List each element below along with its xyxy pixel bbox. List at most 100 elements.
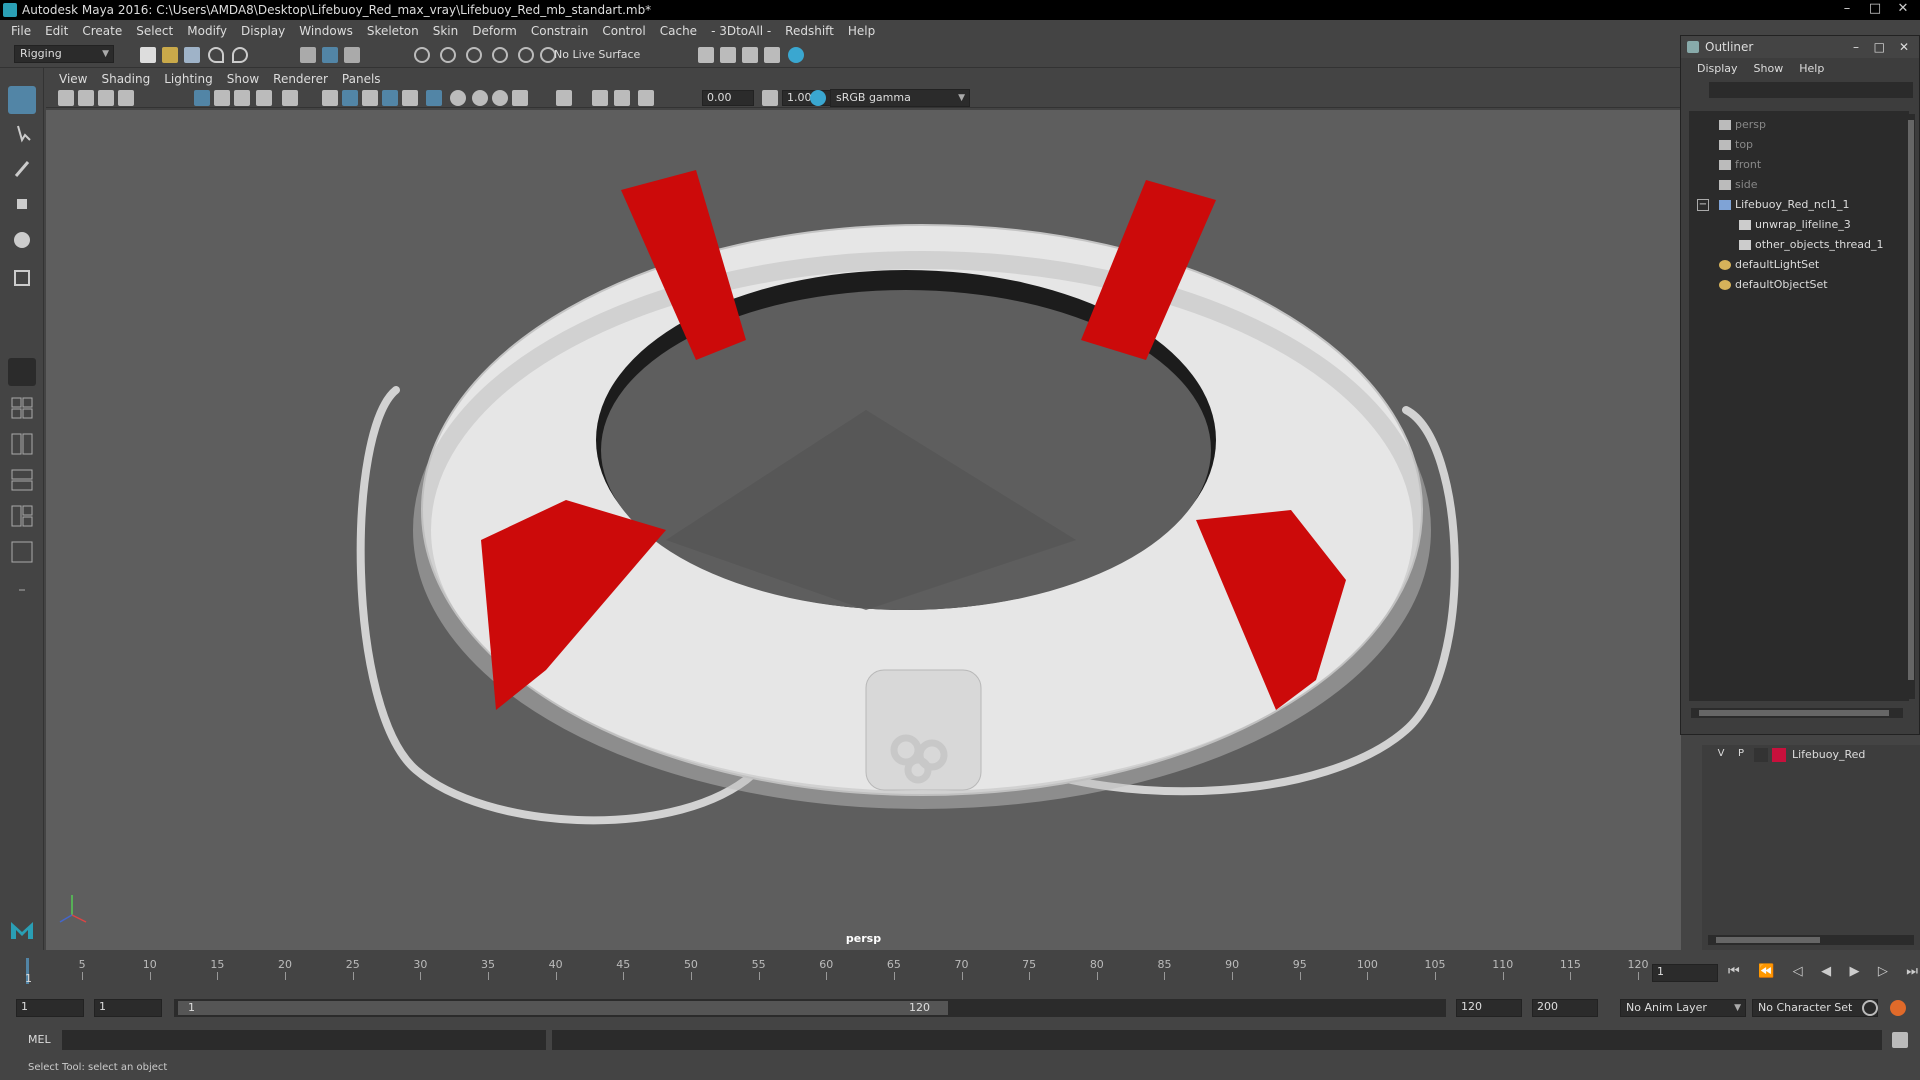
isolate-select-icon[interactable] [426,90,442,106]
outliner-close-button[interactable]: ✕ [1899,36,1909,58]
gamma-icon[interactable] [762,90,778,106]
depth-of-field-icon[interactable] [556,90,572,106]
undo-icon[interactable] [208,47,224,63]
outliner-vertical-scrollbar[interactable] [1907,114,1915,699]
camera-attributes-icon[interactable] [78,90,94,106]
command-input[interactable] [62,1030,546,1050]
render-view-icon[interactable] [698,47,714,63]
outliner-layout-icon[interactable] [8,430,36,458]
outliner-item[interactable]: other_objects_thread_1 [1739,235,1884,255]
menu-help[interactable]: Help [841,24,882,38]
outliner-item[interactable]: unwrap_lifeline_3 [1739,215,1851,235]
gamma-field[interactable]: 1.00 [782,90,834,106]
wireframe-icon[interactable] [322,90,338,106]
maya-home-icon[interactable] [8,914,36,942]
menu-control[interactable]: Control [595,24,652,38]
layer-color-swatch[interactable] [1772,748,1786,762]
texture-icon[interactable] [402,90,418,106]
save-scene-icon[interactable] [184,47,200,63]
menu-cache[interactable]: Cache [653,24,704,38]
snap-surface-icon[interactable] [518,47,534,63]
xray-components-icon[interactable] [614,90,630,106]
menu-edit[interactable]: Edit [38,24,75,38]
panel-menu-renderer[interactable]: Renderer [266,72,335,86]
script-editor-layout-icon[interactable] [8,538,36,566]
select-component-icon[interactable] [344,47,360,63]
panel-menu-view[interactable]: View [52,72,94,86]
xray-icon[interactable] [382,90,398,106]
auto-key-icon[interactable] [1862,1000,1878,1016]
select-hierarchy-icon[interactable] [300,47,316,63]
bookmark-icon[interactable] [98,90,114,106]
rotate-tool-icon[interactable] [8,226,36,254]
outliner-item[interactable]: front [1719,155,1761,175]
view-transform-dropdown[interactable]: sRGB gamma ▼ [830,89,970,107]
snap-view-plane-icon[interactable] [492,47,508,63]
outliner-search-field[interactable] [1709,82,1913,98]
layer-playback-toggle[interactable]: P [1734,748,1748,762]
layout-menu-icon[interactable] [8,576,36,604]
range-bar[interactable]: 1 120 [178,1001,948,1015]
range-track[interactable]: 1 120 [174,999,1446,1017]
graph-layout-icon[interactable] [8,466,36,494]
menu-windows[interactable]: Windows [292,24,360,38]
hypershade-icon[interactable] [788,47,804,63]
play-forward-icon[interactable]: ▶ [1849,964,1859,982]
smooth-shade-icon[interactable] [342,90,358,106]
menu-3dtoall[interactable]: - 3DtoAll - [704,24,778,38]
playback-end-field[interactable]: 120 [1456,999,1522,1017]
gate-mask-icon[interactable] [256,90,272,106]
new-scene-icon[interactable] [140,47,156,63]
shadows-icon[interactable] [450,90,466,106]
open-scene-icon[interactable] [162,47,178,63]
animation-end-field[interactable]: 200 [1532,999,1598,1017]
exposure-field[interactable]: 0.00 [702,90,754,106]
outliner-item[interactable]: defaultLightSet [1719,255,1819,275]
outliner-item[interactable]: side [1719,175,1758,195]
default-lighting-icon[interactable] [362,90,378,106]
menu-skin[interactable]: Skin [426,24,466,38]
minimize-button[interactable]: – [1834,0,1860,18]
scale-tool-icon[interactable] [8,264,36,292]
menu-skeleton[interactable]: Skeleton [360,24,426,38]
layer-scrollbar[interactable] [1708,935,1914,945]
script-editor-icon[interactable] [1892,1032,1908,1048]
expand-collapse-icon[interactable]: − [1697,199,1709,211]
close-button[interactable]: ✕ [1890,0,1916,18]
render-frame-icon[interactable] [720,47,736,63]
ambient-occlusion-icon[interactable] [472,90,488,106]
go-to-end-icon[interactable]: ⏭ [1906,964,1918,982]
menuset-dropdown[interactable]: Rigging ▼ [14,45,114,63]
layer-visibility-toggle[interactable]: V [1714,748,1728,762]
outliner-maximize-button[interactable]: □ [1874,36,1885,58]
snap-grid-icon[interactable] [414,47,430,63]
live-surface-field[interactable]: No Live Surface [554,46,658,64]
character-set-dropdown[interactable]: No Character Set [1752,999,1878,1017]
select-tool-icon[interactable] [8,86,36,114]
step-forward-frame-icon[interactable]: ▷ [1878,964,1888,982]
panel-menu-shading[interactable]: Shading [94,72,157,86]
outliner-horizontal-scrollbar[interactable] [1691,708,1903,718]
outliner-item[interactable]: top [1719,135,1753,155]
step-back-key-icon[interactable]: ⏪ [1758,964,1774,982]
color-management-icon[interactable] [810,90,826,106]
render-settings-icon[interactable] [764,47,780,63]
menu-constrain[interactable]: Constrain [524,24,596,38]
outliner-item[interactable]: defaultObjectSet [1719,275,1828,295]
lasso-tool-icon[interactable] [8,120,36,148]
resolution-gate-icon[interactable] [234,90,250,106]
outliner-menu-show[interactable]: Show [1746,62,1792,75]
menu-deform[interactable]: Deform [465,24,524,38]
select-object-icon[interactable] [322,47,338,63]
outliner-minimize-button[interactable]: – [1853,36,1859,58]
outliner-item[interactable]: − Lifebuoy_Red_ncl1_1 [1697,195,1850,215]
panel-menu-panels[interactable]: Panels [335,72,388,86]
menu-modify[interactable]: Modify [180,24,234,38]
outliner-menu-display[interactable]: Display [1689,62,1746,75]
redo-icon[interactable] [232,47,248,63]
panel-menu-show[interactable]: Show [220,72,266,86]
layer-row[interactable]: V P Lifebuoy_Red [1712,745,1910,765]
script-language-toggle[interactable]: MEL [28,1033,51,1046]
step-back-frame-icon[interactable]: ◁ [1793,964,1803,982]
anti-aliasing-icon[interactable] [512,90,528,106]
